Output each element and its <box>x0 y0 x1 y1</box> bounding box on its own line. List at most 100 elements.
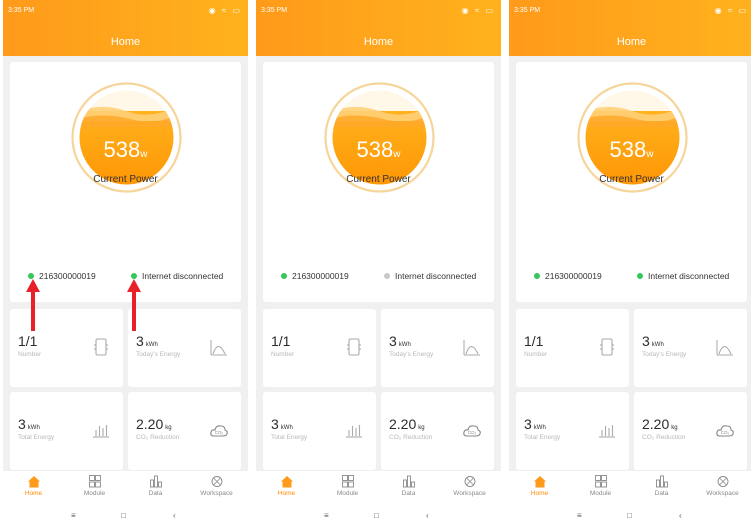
tile-unit: kg <box>165 425 172 431</box>
tile-value-line: 1/1 <box>524 333 545 349</box>
stat-tile[interactable]: 3 kWh Total Energy <box>263 392 376 470</box>
tile-label: Today's Energy <box>642 351 687 358</box>
tab-label: Workspace <box>706 490 739 497</box>
device-status[interactable]: 216300000019 <box>281 271 349 281</box>
internet-status[interactable]: Internet disconnected <box>384 271 476 281</box>
home-nav-button[interactable]: □ <box>121 511 126 520</box>
status-row: 216300000019 Internet disconnected <box>534 271 742 285</box>
tile-label: Number <box>18 351 42 358</box>
phone-screen: 3:35 PM ◉ ≈ ▭ Home 538w Current Power 21… <box>256 0 501 525</box>
tab-data[interactable]: Data <box>125 475 186 497</box>
tile-label: Total Energy <box>524 434 561 441</box>
device-status-dot <box>534 273 540 279</box>
tile-value-line: 3 kWh <box>389 333 411 349</box>
internet-label: Internet disconnected <box>395 271 477 281</box>
tab-workspace[interactable]: Workspace <box>186 475 247 497</box>
tab-home[interactable]: Home <box>256 475 317 497</box>
power-unit: w <box>646 149 654 160</box>
tile-label: Total Energy <box>271 434 308 441</box>
tile-value: 3 <box>642 333 650 349</box>
tile-value-line: 3 kWh <box>524 416 546 432</box>
tile-label: Number <box>271 351 295 358</box>
stat-tile[interactable]: 3 kWh Today's Energy <box>634 309 747 387</box>
tile-label: Number <box>524 351 548 358</box>
power-card: 538w Current Power 216300000019 Internet… <box>516 62 747 302</box>
device-id: 216300000019 <box>545 271 602 281</box>
energy-chart-icon <box>715 337 735 357</box>
internet-status[interactable]: Internet disconnected <box>131 271 223 281</box>
internet-status-dot <box>637 273 643 279</box>
status-row: 216300000019 Internet disconnected <box>281 271 489 285</box>
tab-module[interactable]: Module <box>64 475 125 497</box>
page-title: Home <box>616 36 647 48</box>
tile-label: Total Energy <box>18 434 55 441</box>
power-value: 538 <box>609 137 647 162</box>
home-icon <box>509 475 570 488</box>
stat-tile[interactable]: 2.20 kg CO₂ Reduction CO₂ <box>634 392 747 470</box>
bar-chart-icon <box>597 420 617 440</box>
tile-value-line: 1/1 <box>271 333 292 349</box>
grid-icon <box>570 475 631 488</box>
power-unit: w <box>140 149 148 160</box>
workspace-icon <box>439 475 500 488</box>
svg-text:CO₂: CO₂ <box>468 430 477 435</box>
internet-label: Internet disconnected <box>142 271 224 281</box>
tile-unit: kWh <box>651 342 664 348</box>
back-nav-button[interactable]: ‹ <box>679 511 682 520</box>
stat-tile[interactable]: 3 kWh Total Energy <box>516 392 629 470</box>
status-time: 3:35 PM <box>8 7 35 14</box>
page-title: Home <box>110 36 141 48</box>
device-id: 216300000019 <box>292 271 349 281</box>
power-value-line: 538w <box>516 137 747 163</box>
stat-tile[interactable]: 3 kWh Total Energy <box>10 392 123 470</box>
stat-tile[interactable]: 1/1 Number <box>263 309 376 387</box>
tab-data[interactable]: Data <box>378 475 439 497</box>
tab-workspace[interactable]: Workspace <box>692 475 751 497</box>
tile-label: CO₂ Reduction <box>136 434 180 441</box>
tile-label: Today's Energy <box>136 351 181 358</box>
stat-tile[interactable]: 3 kWh Today's Energy <box>128 309 241 387</box>
device-status[interactable]: 216300000019 <box>534 271 602 281</box>
tile-unit: kWh <box>280 425 293 431</box>
tab-module[interactable]: Module <box>317 475 378 497</box>
stat-tile[interactable]: 1/1 Number <box>516 309 629 387</box>
internet-status[interactable]: Internet disconnected <box>637 271 729 281</box>
tab-home[interactable]: Home <box>3 475 64 497</box>
menu-nav-button[interactable]: ≡ <box>577 511 582 520</box>
status-time: 3:35 PM <box>514 7 541 14</box>
tile-value: 3 <box>524 416 532 432</box>
stat-tile[interactable]: 3 kWh Today's Energy <box>381 309 494 387</box>
phone-screen: 3:35 PM ◉ ≈ ▭ Home 538w Current Power 21… <box>509 0 751 525</box>
co2-cloud-icon: CO₂ <box>462 420 482 440</box>
tile-value: 2.20 <box>389 416 417 432</box>
tab-label: Home <box>530 490 549 497</box>
tab-data[interactable]: Data <box>631 475 692 497</box>
tile-unit: kg <box>418 425 425 431</box>
tile-value-line: 2.20 kg <box>136 416 172 432</box>
stat-tile[interactable]: 2.20 kg CO₂ Reduction CO₂ <box>381 392 494 470</box>
status-icons: ◉ ≈ ▭ <box>461 6 495 15</box>
home-icon <box>256 475 317 488</box>
system-nav-bar: ≡ □ ‹ <box>256 511 501 525</box>
tab-home[interactable]: Home <box>509 475 570 497</box>
workspace-icon <box>692 475 751 488</box>
back-nav-button[interactable]: ‹ <box>173 511 176 520</box>
menu-nav-button[interactable]: ≡ <box>324 511 329 520</box>
tile-value-line: 2.20 kg <box>389 416 425 432</box>
device-module-icon <box>597 337 617 357</box>
device-id: 216300000019 <box>39 271 96 281</box>
data-icon <box>125 475 186 488</box>
tab-module[interactable]: Module <box>570 475 631 497</box>
tab-label: Home <box>277 490 296 497</box>
stat-tile[interactable]: 2.20 kg CO₂ Reduction CO₂ <box>128 392 241 470</box>
tile-unit: kWh <box>398 342 411 348</box>
tile-value-line: 3 kWh <box>18 416 40 432</box>
tile-value: 1/1 <box>271 333 291 349</box>
menu-nav-button[interactable]: ≡ <box>71 511 76 520</box>
top-bar: 3:35 PM ◉ ≈ ▭ Home <box>509 0 751 56</box>
tab-label: Home <box>24 490 43 497</box>
home-nav-button[interactable]: □ <box>374 511 379 520</box>
home-nav-button[interactable]: □ <box>627 511 632 520</box>
back-nav-button[interactable]: ‹ <box>426 511 429 520</box>
tab-workspace[interactable]: Workspace <box>439 475 500 497</box>
